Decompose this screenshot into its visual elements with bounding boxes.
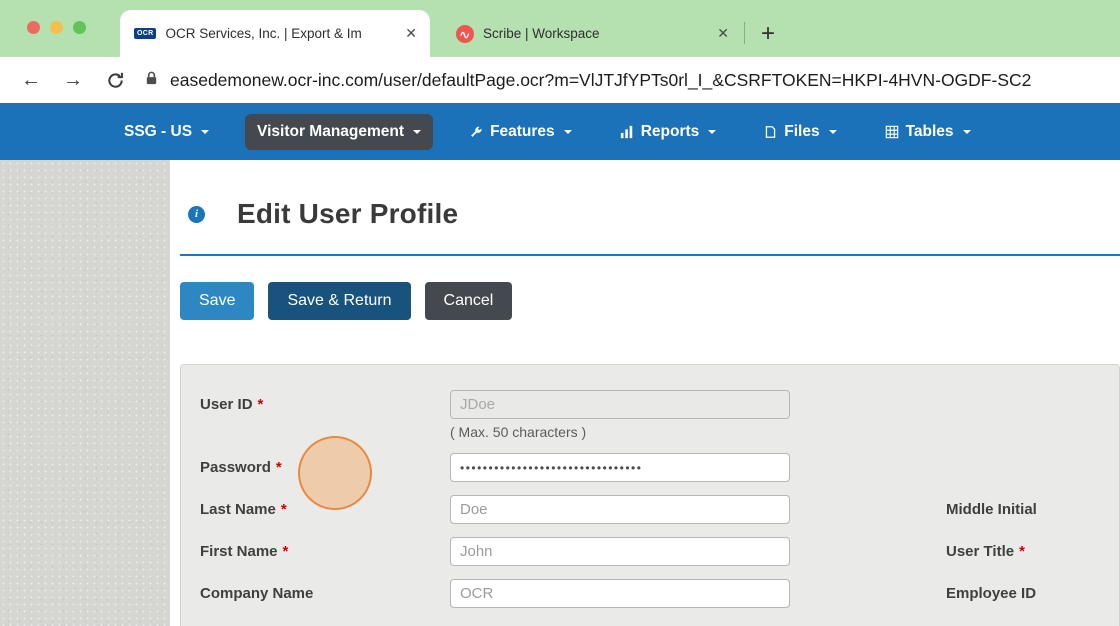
required-asterisk: * [258, 396, 264, 413]
field-label-text: First Name [200, 543, 278, 560]
user-title-label: User Title * [946, 543, 1025, 560]
browser-window: OCR OCR Services, Inc. | Export & Im ✕ S… [0, 0, 1120, 626]
last-name-field [450, 495, 790, 524]
company-name-field [450, 579, 790, 608]
wrench-icon [469, 125, 483, 139]
nav-label: Tables [906, 123, 954, 141]
tab-strip: OCR OCR Services, Inc. | Export & Im ✕ S… [0, 0, 1120, 57]
close-tab-icon[interactable]: ✕ [714, 25, 732, 42]
bar-chart-icon [620, 125, 634, 139]
field-label-text: Last Name [200, 501, 276, 518]
required-asterisk: * [283, 543, 289, 560]
page-header: i Edit User Profile [180, 190, 1120, 254]
back-button[interactable]: ← [18, 70, 44, 90]
user-id-label: User ID * [200, 390, 450, 413]
field-label-text: User Title [946, 543, 1014, 560]
app-navbar: SSG - US Visitor Management Features Rep… [0, 103, 1120, 160]
table-icon [885, 125, 899, 139]
nav-item-ssg-us[interactable]: SSG - US [112, 114, 221, 150]
close-window-button[interactable] [27, 21, 40, 34]
nav-item-reports[interactable]: Reports [608, 114, 729, 150]
chevron-down-icon [708, 130, 716, 134]
close-tab-icon[interactable]: ✕ [402, 25, 420, 42]
lock-icon [144, 70, 159, 91]
cancel-button[interactable]: Cancel [425, 282, 513, 320]
password-label: Password * [200, 459, 450, 476]
browser-toolbar: ← → easedemonew.ocr-inc.com/user/default… [0, 57, 1120, 103]
form-row-password: Password * [200, 453, 1119, 482]
company-name-input[interactable] [450, 579, 790, 608]
chevron-down-icon [963, 130, 971, 134]
required-asterisk: * [1019, 543, 1025, 560]
page-title: Edit User Profile [237, 198, 458, 230]
field-label-text: Employee ID [946, 585, 1036, 602]
header-divider [180, 254, 1120, 256]
user-id-field: ( Max. 50 characters ) [450, 390, 790, 440]
first-name-field [450, 537, 790, 566]
form-row-last-name: Last Name * Middle Initial [200, 495, 1119, 524]
required-asterisk: * [281, 501, 287, 518]
forward-button[interactable]: → [60, 70, 86, 90]
nav-label: Files [784, 123, 819, 141]
middle-initial-label: Middle Initial [946, 501, 1042, 518]
nav-label: Visitor Management [257, 123, 404, 141]
tab-title: Scribe | Workspace [483, 26, 705, 41]
user-id-helper-text: ( Max. 50 characters ) [450, 424, 790, 440]
form-row-user-id: User ID * ( Max. 50 characters ) [200, 390, 1119, 440]
traffic-lights [27, 21, 86, 34]
user-id-input[interactable] [450, 390, 790, 419]
save-and-return-button[interactable]: Save & Return [268, 282, 410, 320]
user-profile-form: User ID * ( Max. 50 characters ) Password… [180, 364, 1120, 626]
file-icon [764, 125, 777, 139]
nav-item-features[interactable]: Features [457, 114, 584, 150]
nav-label: SSG - US [124, 123, 192, 141]
employee-id-label: Employee ID [946, 585, 1041, 602]
tab-divider [744, 22, 745, 44]
info-icon[interactable]: i [188, 206, 205, 223]
ocr-favicon-icon: OCR [134, 28, 156, 39]
nav-item-tables[interactable]: Tables [873, 114, 983, 150]
form-row-company-name: Company Name Employee ID [200, 579, 1119, 608]
chevron-down-icon [564, 130, 572, 134]
first-name-label: First Name * [200, 543, 450, 560]
zoom-window-button[interactable] [73, 21, 86, 34]
page-content: i Edit User Profile Save Save & Return C… [0, 160, 1120, 626]
minimize-window-button[interactable] [50, 21, 63, 34]
tab-title: OCR Services, Inc. | Export & Im [165, 26, 393, 41]
reload-button[interactable] [102, 71, 128, 90]
main-panel: i Edit User Profile Save Save & Return C… [170, 160, 1120, 626]
chevron-down-icon [413, 130, 421, 134]
save-button[interactable]: Save [180, 282, 254, 320]
address-bar[interactable]: easedemonew.ocr-inc.com/user/defaultPage… [144, 70, 1102, 91]
nav-item-visitor-management[interactable]: Visitor Management [245, 114, 433, 150]
nav-label: Reports [641, 123, 700, 141]
tab-scribe[interactable]: Scribe | Workspace ✕ [442, 10, 742, 57]
nav-label: Features [490, 123, 555, 141]
password-input[interactable] [450, 453, 790, 482]
last-name-input[interactable] [450, 495, 790, 524]
chevron-down-icon [201, 130, 209, 134]
field-label-text: User ID [200, 396, 253, 413]
action-buttons: Save Save & Return Cancel [180, 282, 1120, 320]
nav-item-files[interactable]: Files [752, 114, 848, 150]
required-asterisk: * [276, 459, 282, 476]
field-label-text: Company Name [200, 585, 313, 602]
scribe-favicon-icon [456, 25, 474, 43]
password-field [450, 453, 790, 482]
chevron-down-icon [829, 130, 837, 134]
last-name-label: Last Name * [200, 501, 450, 518]
url-text: easedemonew.ocr-inc.com/user/defaultPage… [170, 70, 1031, 91]
field-label-text: Password [200, 459, 271, 476]
new-tab-button[interactable]: + [755, 22, 781, 46]
field-label-text: Middle Initial [946, 501, 1037, 518]
company-name-label: Company Name [200, 585, 450, 602]
form-row-first-name: First Name * User Title * [200, 537, 1119, 566]
first-name-input[interactable] [450, 537, 790, 566]
tab-ocr-services[interactable]: OCR OCR Services, Inc. | Export & Im ✕ [120, 10, 430, 57]
